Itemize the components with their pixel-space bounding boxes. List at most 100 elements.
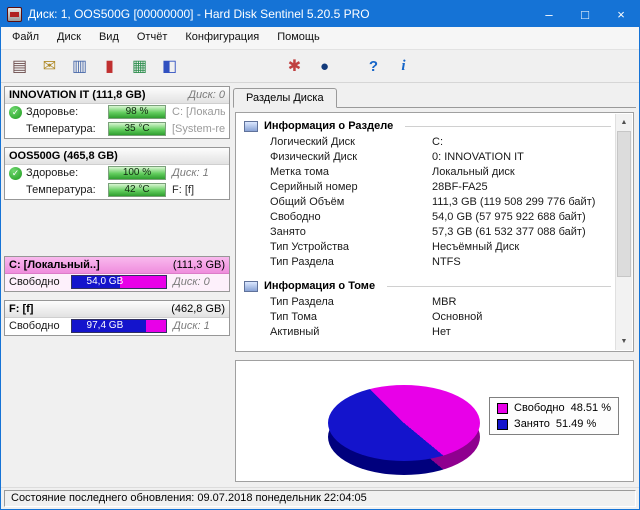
info-row: Тип Тома Основной: [242, 310, 611, 325]
partition-panel-c[interactable]: C: [Локальный..] (111,3 GB) Свободно 54,…: [4, 256, 230, 292]
disk-number-label: Диск: 0: [171, 276, 225, 288]
partition-size: (462,8 GB): [171, 303, 225, 315]
section-title: Информация о Томе: [264, 280, 375, 292]
free-space-value: 97,4 GB: [72, 320, 138, 332]
info-label: Тип Раздела: [270, 256, 432, 268]
partition-info-box: Информация о Разделе Логический Диск C: …: [235, 112, 634, 352]
legend-free-value: 48.51 %: [571, 402, 611, 414]
info-row: Общий Объём 111,3 GB (119 508 299 776 ба…: [242, 195, 611, 210]
health-row: ✓ Здоровье: 98 % C: [Локальн...: [5, 104, 229, 121]
health-row: ✓ Здоровье: 100 % Диск: 1: [5, 165, 229, 182]
settings-icon[interactable]: ✱: [281, 53, 308, 80]
partition-ref: C: [Локальн...: [170, 106, 225, 118]
menu-disk[interactable]: Диск: [48, 27, 90, 49]
info-row: Серийный номер 28BF-FA25: [242, 180, 611, 195]
free-space-row: Свободно 54,0 GB Диск: 0: [5, 274, 229, 291]
close-button[interactable]: ×: [603, 1, 639, 27]
menu-file[interactable]: Файл: [3, 27, 48, 49]
info-row: Тип Раздела MBR: [242, 295, 611, 310]
report-icon[interactable]: ✉: [36, 53, 63, 80]
scroll-down-icon[interactable]: ▼: [616, 333, 632, 350]
info-value: NTFS: [432, 256, 611, 268]
maximize-button[interactable]: □: [567, 1, 603, 27]
legend-row-free: Свободно 48.51 %: [497, 402, 611, 414]
surface-test-icon[interactable]: ◧: [156, 53, 183, 80]
minimize-button[interactable]: –: [531, 1, 567, 27]
partition-name: C: [Локальный..]: [9, 259, 100, 271]
info-value: Основной: [432, 311, 611, 323]
pie-top: [328, 385, 480, 461]
main-panel: Разделы Диска Информация о Разделе Логич…: [233, 86, 636, 484]
disk-panel-1[interactable]: OOS500G (465,8 GB) ✓ Здоровье: 100 % Дис…: [4, 147, 230, 200]
temperature-meter: 42 °C: [108, 183, 166, 197]
health-ok-icon: ✓: [9, 167, 22, 180]
free-space-label: Свободно: [9, 276, 67, 288]
partition-icon: [244, 121, 258, 132]
partition-panel-f[interactable]: F: [f] (462,8 GB) Свободно 97,4 GB Диск:…: [4, 300, 230, 336]
legend-used-value: 51.49 %: [556, 418, 596, 430]
disk-panel-0[interactable]: INNOVATION IT (111,8 GB) Диск: 0 ✓ Здоро…: [4, 86, 230, 139]
window-title: Диск: 1, OOS500G [00000000] - Hard Disk …: [28, 7, 370, 21]
partition-ref: [System-res...: [170, 123, 225, 135]
health-meter: 100 %: [108, 166, 166, 180]
temperature-row: Температура: 42 °C F: [f]: [5, 182, 229, 199]
info-row: Тип Раздела NTFS: [242, 255, 611, 270]
details-icon[interactable]: ▥: [66, 53, 93, 80]
info-row: Физический Диск 0: INNOVATION IT: [242, 150, 611, 165]
partition-ref: F: [f]: [170, 184, 225, 196]
menu-report[interactable]: Отчёт: [128, 27, 176, 49]
temperature-row: Температура: 35 °C [System-res...: [5, 121, 229, 138]
legend-used-label: Занято: [514, 418, 550, 430]
info-row: Занято 57,3 GB (61 532 377 088 байт): [242, 225, 611, 240]
scrollbar-thumb[interactable]: [617, 131, 631, 277]
free-space-value: 54,0 GB: [72, 276, 138, 288]
info-label: Свободно: [270, 211, 432, 223]
tab-disk-partitions[interactable]: Разделы Диска: [233, 88, 337, 108]
disk-overview-icon[interactable]: ▤: [6, 53, 33, 80]
section-title: Информация о Разделе: [264, 120, 393, 132]
scroll-up-icon[interactable]: ▲: [616, 114, 632, 131]
disk-name: INNOVATION IT (111,8 GB): [9, 89, 146, 101]
world-icon[interactable]: ●: [311, 53, 338, 80]
help-icon[interactable]: ?: [360, 53, 387, 80]
free-space-row: Свободно 97,4 GB Диск: 1: [5, 318, 229, 335]
smart-icon[interactable]: ▦: [126, 53, 153, 80]
info-row: Активный Нет: [242, 325, 611, 340]
menu-view[interactable]: Вид: [90, 27, 128, 49]
info-value: MBR: [432, 296, 611, 308]
disk-panel-1-header: OOS500G (465,8 GB): [5, 148, 229, 165]
info-value: 54,0 GB (57 975 922 688 байт): [432, 211, 611, 223]
info-label: Серийный номер: [270, 181, 432, 193]
app-icon: [7, 7, 22, 22]
info-row: Тип Устройства Несъёмный Диск: [242, 240, 611, 255]
used-color-swatch: [497, 419, 508, 430]
usage-bar: 54,0 GB: [71, 275, 167, 289]
chart-legend: Свободно 48.51 % Занято 51.49 %: [489, 397, 619, 435]
disk-panel-0-header: INNOVATION IT (111,8 GB) Диск: 0: [5, 87, 229, 104]
info-value: 28BF-FA25: [432, 181, 611, 193]
partition-panel-c-header: C: [Локальный..] (111,3 GB): [5, 257, 229, 274]
usage-chart-box: Свободно 48.51 % Занято 51.49 %: [235, 360, 634, 482]
health-meter: 98 %: [108, 105, 166, 119]
info-value: Локальный диск: [432, 166, 611, 178]
info-row: Метка тома Локальный диск: [242, 165, 611, 180]
info-value: 57,3 GB (61 532 377 088 байт): [432, 226, 611, 238]
health-ok-icon: ✓: [9, 106, 22, 119]
menu-help[interactable]: Помощь: [268, 27, 329, 49]
about-icon[interactable]: i: [390, 53, 417, 80]
usage-pie-chart: [328, 385, 480, 481]
menu-configuration[interactable]: Конфигурация: [176, 27, 268, 49]
section-header-partition-info: Информация о Разделе: [242, 117, 611, 135]
vertical-scrollbar[interactable]: ▲ ▼: [615, 114, 632, 350]
sidebar-gap: [4, 208, 230, 256]
tabstrip: Разделы Диска: [233, 86, 636, 107]
info-label: Активный: [270, 326, 432, 338]
partition-size: (111,3 GB): [173, 259, 225, 271]
app-window: Диск: 1, OOS500G [00000000] - Hard Disk …: [0, 0, 640, 510]
disk-name: OOS500G (465,8 GB): [9, 150, 118, 162]
info-label: Общий Объём: [270, 196, 432, 208]
temperature-icon[interactable]: ▮: [96, 53, 123, 80]
info-label: Тип Тома: [270, 311, 432, 323]
tab-page: Информация о Разделе Логический Диск C: …: [233, 107, 636, 484]
info-row: Логический Диск C:: [242, 135, 611, 150]
